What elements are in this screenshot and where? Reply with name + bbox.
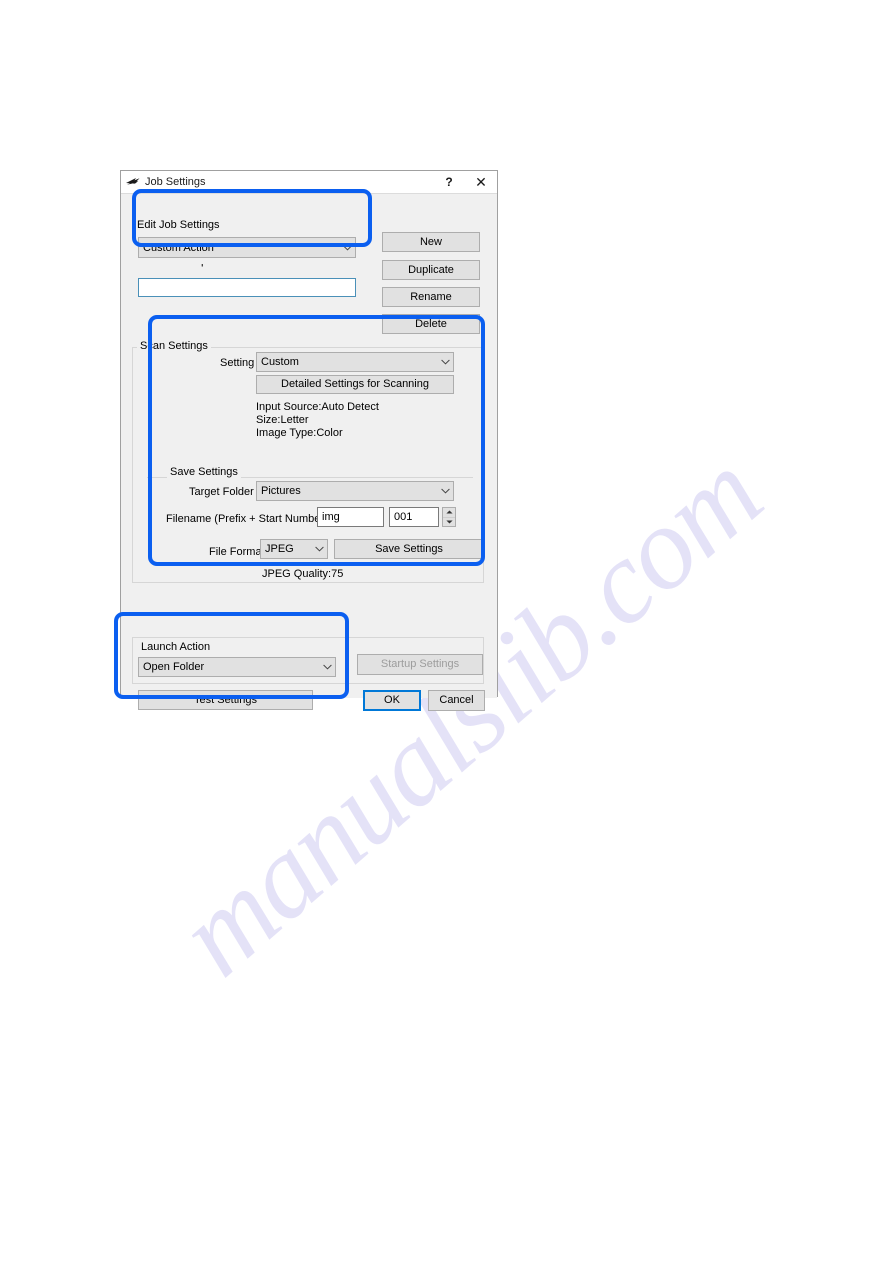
duplicate-button[interactable]: Duplicate bbox=[382, 260, 480, 280]
job-action-select[interactable]: Custom Action bbox=[138, 237, 356, 258]
dialog-body: Edit Job Settings Custom Action Add a De… bbox=[121, 194, 497, 711]
titlebar-buttons: ? ✕ bbox=[433, 171, 497, 193]
setting-select[interactable]: Custom bbox=[256, 352, 454, 372]
help-icon[interactable]: ? bbox=[433, 171, 465, 193]
launch-action-label: Launch Action bbox=[138, 641, 214, 654]
file-format-select[interactable]: JPEG bbox=[260, 539, 328, 559]
filename-prefix-input[interactable]: img bbox=[317, 507, 384, 527]
chevron-down-icon bbox=[319, 664, 335, 670]
filename-label: Filename (Prefix + Start Number) bbox=[166, 513, 328, 525]
stepper-up-icon[interactable] bbox=[443, 508, 455, 518]
target-folder-value: Pictures bbox=[261, 485, 301, 497]
save-settings-button[interactable]: Save Settings bbox=[334, 539, 484, 559]
dialog-title: Job Settings bbox=[145, 175, 206, 188]
delete-button[interactable]: Delete bbox=[382, 314, 480, 334]
stepper-down-icon[interactable] bbox=[443, 518, 455, 527]
close-icon[interactable]: ✕ bbox=[465, 171, 497, 193]
setting-value: Custom bbox=[261, 356, 299, 368]
detailed-settings-for-scanning-button[interactable]: Detailed Settings for Scanning bbox=[256, 375, 454, 394]
chevron-down-icon bbox=[311, 546, 327, 552]
target-folder-label: Target Folder bbox=[189, 486, 254, 498]
save-settings-label: Save Settings bbox=[167, 466, 241, 479]
scan-info-size: Size:Letter bbox=[256, 414, 309, 426]
scanner-icon bbox=[126, 178, 140, 185]
file-format-label: File Format bbox=[209, 546, 265, 558]
scan-settings-label: Scan Settings bbox=[137, 340, 211, 353]
add-description-label: Add a Description bbox=[138, 264, 258, 268]
ok-button[interactable]: OK bbox=[363, 690, 421, 711]
job-settings-dialog: Job Settings ? ✕ Edit Job Settings Custo… bbox=[120, 170, 498, 711]
startup-settings-button: Startup Settings bbox=[357, 654, 483, 675]
file-format-value: JPEG bbox=[265, 543, 294, 555]
chevron-down-icon bbox=[437, 488, 453, 494]
chevron-down-icon bbox=[437, 359, 453, 365]
test-settings-button[interactable]: Test Settings bbox=[138, 690, 313, 710]
filename-number-input[interactable]: 001 bbox=[389, 507, 439, 527]
filename-number-stepper[interactable] bbox=[442, 507, 456, 527]
dialog-titlebar[interactable]: Job Settings ? ✕ bbox=[121, 171, 497, 194]
cancel-button[interactable]: Cancel bbox=[428, 690, 485, 711]
job-action-value: Custom Action bbox=[143, 241, 214, 254]
jpeg-quality-text: JPEG Quality:75 bbox=[262, 568, 344, 580]
chevron-down-icon bbox=[339, 245, 355, 251]
edit-job-settings-label: Edit Job Settings bbox=[137, 219, 220, 231]
setting-label: Setting bbox=[220, 357, 255, 369]
description-input[interactable] bbox=[138, 278, 356, 297]
rename-button[interactable]: Rename bbox=[382, 287, 480, 307]
scan-info-input-source: Input Source:Auto Detect bbox=[256, 401, 379, 413]
scan-info-image-type: Image Type:Color bbox=[256, 427, 343, 439]
target-folder-select[interactable]: Pictures bbox=[256, 481, 454, 501]
launch-action-value: Open Folder bbox=[143, 661, 205, 673]
launch-action-select[interactable]: Open Folder bbox=[138, 657, 336, 677]
new-button[interactable]: New bbox=[382, 232, 480, 252]
